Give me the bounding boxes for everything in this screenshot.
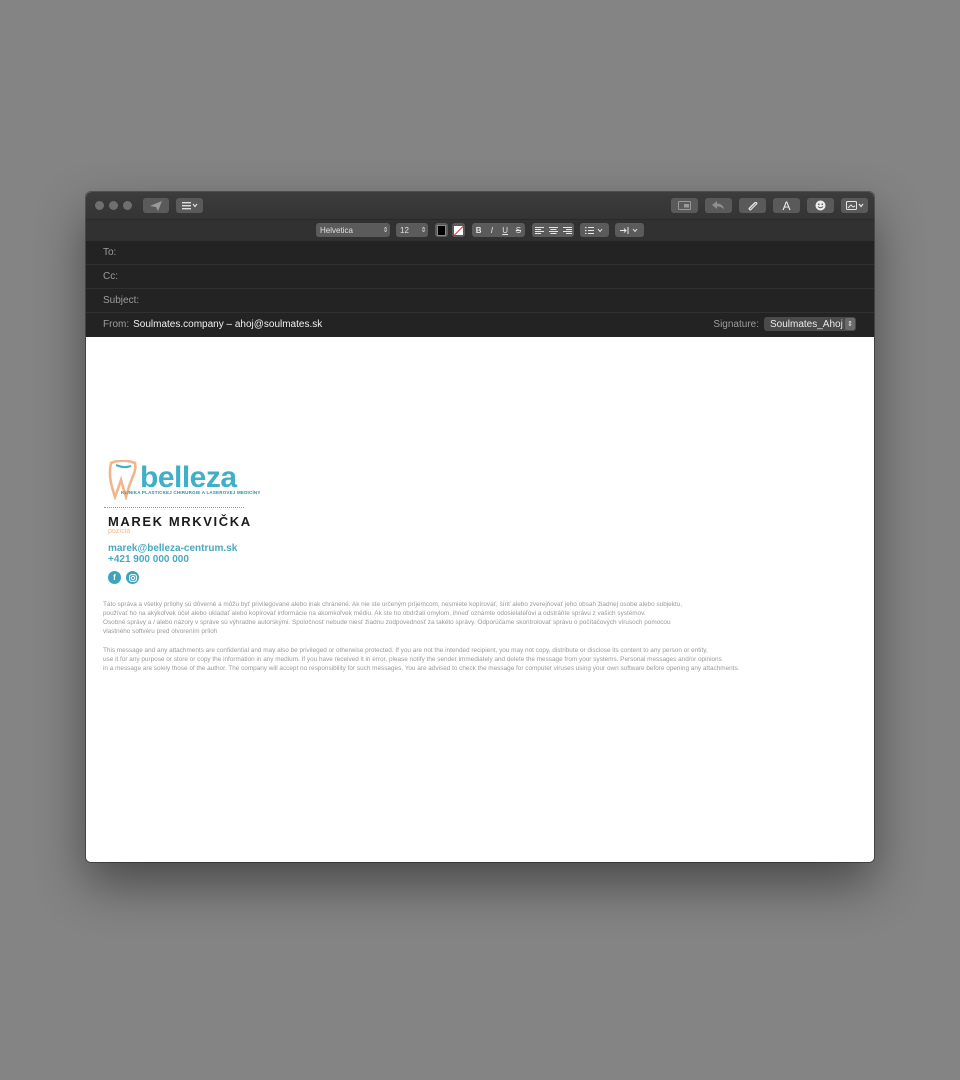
signature-divider — [104, 507, 244, 508]
message-body[interactable]: belleza KLINIKA PLASTICKEJ CHIRURGIE A L… — [86, 337, 874, 862]
logo-tagline: KLINIKA PLASTICKEJ CHIRURGIE A LASEROVEJ… — [121, 490, 261, 495]
from-field[interactable]: Soulmates.company – ahoj@soulmates.sk — [133, 319, 322, 330]
font-size-select[interactable]: 12 ⇕ — [396, 223, 428, 237]
list-style-menu[interactable] — [580, 223, 609, 237]
disclaimer-sk-line: Osobné správy a / alebo názory v správe … — [103, 619, 671, 626]
stepper-icon: ⇕ — [845, 318, 855, 330]
compose-window: A Helvetica ⇕ 12 ⇕ B I U S To: Cc: Subje… — [86, 192, 874, 862]
photo-menu-button[interactable] — [841, 198, 868, 213]
photo-icon — [845, 201, 863, 210]
attach-button[interactable] — [739, 198, 766, 213]
align-left-button[interactable] — [532, 223, 546, 237]
message-header: To: Cc: Subject: From: Soulmates.company… — [86, 241, 874, 337]
zoom-window-button[interactable] — [123, 201, 132, 210]
stepper-icon: ⇕ — [420, 227, 427, 234]
align-right-icon — [562, 226, 572, 234]
to-label: To: — [103, 247, 117, 258]
reply-button[interactable] — [705, 198, 732, 213]
underline-button[interactable]: U — [499, 223, 512, 237]
close-window-button[interactable] — [95, 201, 104, 210]
facebook-icon[interactable]: f — [108, 571, 121, 584]
toolbar: A — [86, 192, 874, 220]
strikethrough-button[interactable]: S — [512, 223, 525, 237]
signature-role: pozícia — [108, 528, 131, 535]
font-icon: A — [782, 198, 791, 213]
send-icon — [150, 200, 162, 211]
signature-label: Signature: — [713, 319, 759, 330]
list-icon — [181, 201, 197, 209]
font-family-value: Helvetica — [320, 225, 353, 235]
align-left-icon — [534, 226, 544, 234]
alignment-group — [532, 223, 574, 237]
header-fields-button[interactable] — [176, 198, 203, 213]
text-color-swatch — [437, 224, 446, 236]
emoji-button[interactable] — [807, 198, 834, 213]
signature-phone: +421 900 000 000 — [108, 554, 189, 565]
text-style-group: B I U S — [472, 223, 525, 237]
subject-row[interactable]: Subject: — [86, 289, 874, 313]
send-button[interactable] — [143, 198, 169, 213]
disclaimer-en-line: use it for any purpose or store or copy … — [103, 656, 722, 663]
format-text-button[interactable]: A — [773, 198, 800, 213]
format-bar: Helvetica ⇕ 12 ⇕ B I U S — [86, 220, 874, 242]
photo-browser-icon — [678, 201, 691, 210]
align-center-icon — [548, 226, 558, 234]
signature-email-link[interactable]: marek@belleza-centrum.sk — [108, 543, 237, 554]
indent-icon — [615, 223, 644, 237]
minimize-window-button[interactable] — [109, 201, 118, 210]
to-row[interactable]: To: — [86, 241, 874, 265]
cc-row[interactable]: Cc: — [86, 265, 874, 289]
signature-name: MAREK MRKVIČKA — [108, 514, 252, 529]
subject-label: Subject: — [103, 295, 140, 306]
disclaimer-sk-line: Táto správa a všetky prílohy sú dôverné … — [103, 601, 683, 608]
font-size-value: 12 — [400, 225, 409, 235]
italic-button[interactable]: I — [485, 223, 498, 237]
instagram-icon[interactable] — [126, 571, 139, 584]
disclaimer-en-line: This message and any attachments are con… — [103, 647, 708, 654]
signature-select[interactable]: Soulmates_Ahoj ⇕ — [764, 317, 856, 331]
disclaimer-sk-line: používať ho na akýkoľvek účel alebo ukla… — [103, 610, 646, 617]
reply-icon — [712, 201, 724, 210]
bullet-list-icon — [580, 223, 609, 237]
from-row: From: Soulmates.company – ahoj@soulmates… — [86, 313, 874, 336]
align-right-button[interactable] — [560, 223, 574, 237]
disclaimer-sk-line: vlastného softvéru pred otvorením príloh — [103, 628, 218, 635]
attachment-icon — [748, 201, 757, 211]
signature-value: Soulmates_Ahoj — [770, 318, 843, 330]
disclaimer-en-line: in a message are solely those of the aut… — [103, 665, 740, 672]
text-color-well[interactable] — [435, 223, 448, 237]
stepper-icon: ⇕ — [382, 227, 389, 234]
indent-menu[interactable] — [615, 223, 644, 237]
emoji-icon — [815, 200, 826, 211]
background-color-well[interactable] — [452, 223, 465, 237]
font-family-select[interactable]: Helvetica ⇕ — [316, 223, 390, 237]
photo-browser-button[interactable] — [671, 198, 698, 213]
align-center-button[interactable] — [546, 223, 560, 237]
from-label: From: — [103, 319, 130, 330]
cc-label: Cc: — [103, 271, 118, 282]
bold-button[interactable]: B — [472, 223, 485, 237]
no-color-swatch-icon — [454, 225, 463, 235]
